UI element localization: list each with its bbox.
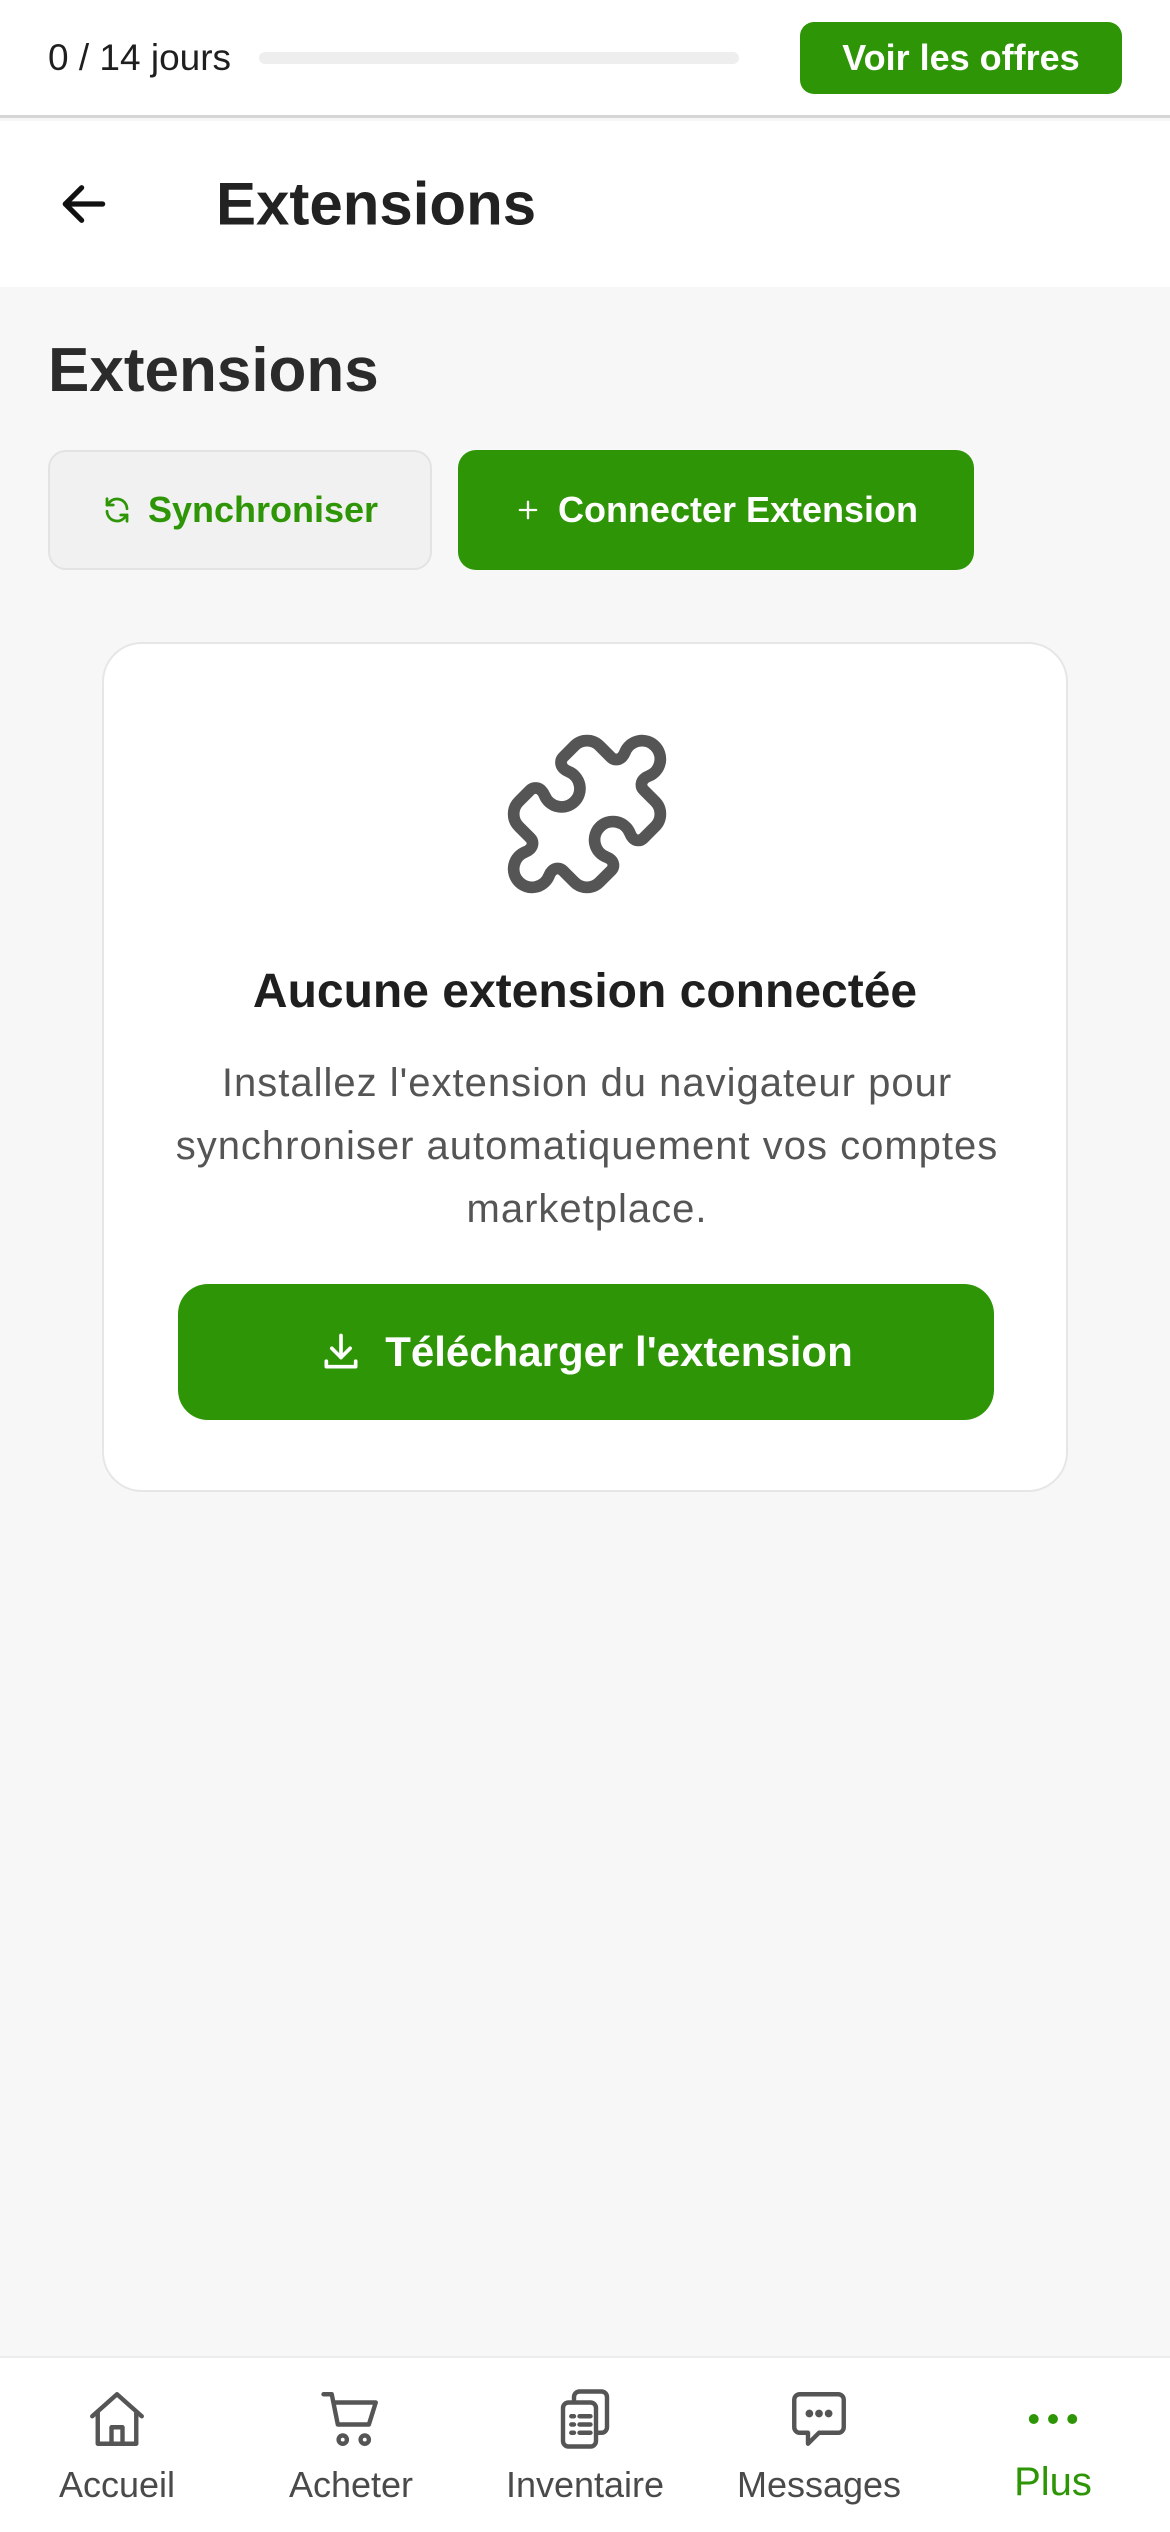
trial-banner: 0 / 14 jours Voir les offres (0, 0, 1170, 118)
section-title: Extensions (48, 336, 379, 405)
nav-label-acheter: Acheter (288, 2464, 414, 2505)
nav-item-plus[interactable]: Plus (936, 2358, 1170, 2532)
home-icon (90, 2392, 144, 2446)
clipboard-icon (560, 2389, 610, 2449)
nav-item-messages[interactable]: Messages (702, 2358, 936, 2532)
refresh-icon (105, 497, 129, 523)
download-extension-label: Télécharger l'extension (385, 1328, 853, 1375)
arrow-left-icon (62, 185, 106, 223)
nav-item-accueil[interactable]: Accueil (0, 2358, 234, 2532)
nav-label-messages: Messages (736, 2464, 902, 2505)
chat-icon (792, 2392, 846, 2446)
page-title: Extensions (216, 170, 537, 238)
puzzle-icon (507, 734, 667, 894)
trial-progress-bar (259, 51, 740, 64)
empty-state-title: Aucune extension connectée (252, 965, 918, 1018)
empty-state-card: Aucune extension connectée Installez l'e… (102, 642, 1068, 1492)
trial-days-text: 0 / 14 jours (48, 36, 232, 78)
download-extension-button[interactable]: Télécharger l'extension (178, 1284, 994, 1420)
sync-button[interactable]: Synchroniser (48, 450, 432, 570)
nav-label-accueil: Accueil (58, 2464, 176, 2505)
app-header: Extensions (0, 121, 1170, 287)
sync-button-label: Synchroniser (147, 489, 379, 530)
download-icon (324, 1333, 358, 1369)
nav-label-inventaire: Inventaire (505, 2464, 665, 2505)
nav-item-acheter[interactable]: Acheter (234, 2358, 468, 2532)
view-offers-button[interactable]: Voir les offres (800, 21, 1122, 94)
bottom-navigation: Accueil Acheter Inventaire Messages Plus (0, 2356, 1170, 2532)
cart-icon (321, 2392, 378, 2446)
action-buttons: Synchroniser Connecter Extension (48, 450, 974, 570)
empty-state-description: Installez l'extension du navigateur pour… (175, 1061, 999, 1231)
extensions-screen: 0 / 14 jours Voir les offres Extensions … (0, 0, 1170, 2532)
back-button[interactable] (48, 168, 120, 240)
nav-item-inventaire[interactable]: Inventaire (468, 2358, 702, 2532)
more-dots-icon (1028, 2414, 1078, 2424)
nav-label-plus: Plus (1014, 2460, 1092, 2504)
plus-icon (518, 500, 538, 520)
connect-extension-label: Connecter Extension (557, 489, 919, 530)
connect-extension-button[interactable]: Connecter Extension (458, 450, 974, 570)
